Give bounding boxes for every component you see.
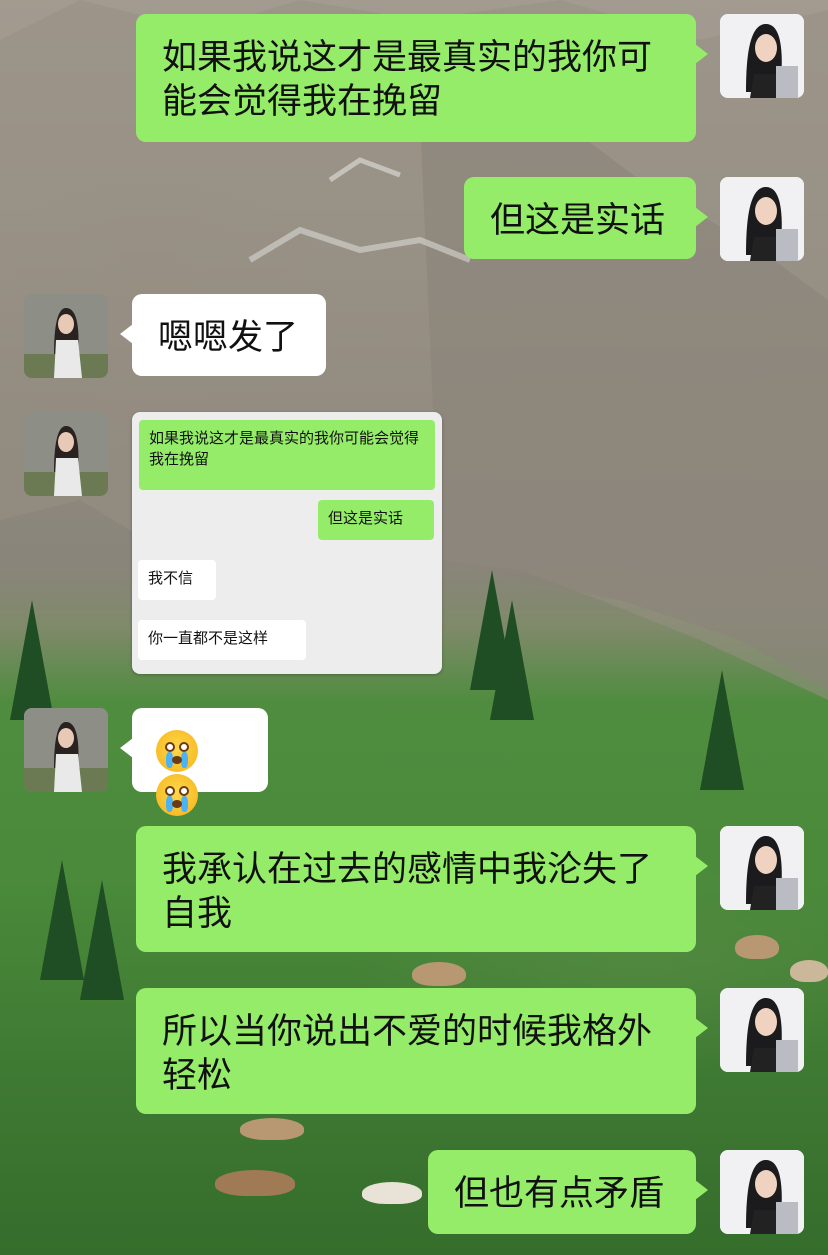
pine-tree (80, 880, 124, 1000)
pine-tree (40, 860, 84, 980)
message-bubble-sent[interactable]: 如果我说这才是最真实的我你可能会觉得我在挽留 (136, 14, 708, 142)
embedded-text: 我不信 (148, 569, 194, 587)
woman-portrait-icon (720, 1150, 804, 1234)
embedded-text: 如果我说这才是最真实的我你可能会觉得我在挽留 (149, 429, 420, 468)
sheep (790, 960, 828, 982)
embedded-sent-bubble: 但这是实话 (318, 500, 434, 540)
message-bubble-sent[interactable]: 但也有点矛盾 (428, 1150, 708, 1234)
sheep (735, 935, 779, 959)
screenshot-image-message[interactable]: 如果我说这才是最真实的我你可能会觉得我在挽留 但这是实话 我不信 你一直都不是这… (132, 412, 442, 674)
message-bubble-sent[interactable]: 我承认在过去的感情中我沦失了自我 (136, 826, 708, 952)
pine-tree (490, 600, 534, 720)
message-bubble-received[interactable] (120, 708, 268, 816)
embedded-received-bubble: 我不信 (138, 560, 216, 600)
message-bubble-sent[interactable]: 但这是实话 (464, 177, 708, 259)
my-avatar[interactable] (720, 1150, 804, 1234)
my-avatar[interactable] (720, 177, 804, 261)
woman-portrait-icon (720, 14, 804, 98)
embedded-text: 但这是实话 (328, 509, 404, 527)
person-photo-icon (24, 294, 108, 378)
person-photo-icon (24, 708, 108, 792)
contact-avatar[interactable] (24, 412, 108, 496)
message-text: 但也有点矛盾 (454, 1174, 665, 1214)
woman-portrait-icon (720, 988, 804, 1072)
message-text: 嗯嗯发了 (158, 318, 299, 358)
contact-avatar[interactable] (24, 708, 108, 792)
pine-tree (700, 670, 744, 790)
crying-face-icon (156, 774, 198, 816)
message-text: 如果我说这才是最真实的我你可能会觉得我在挽留 (162, 38, 653, 122)
message-text: 但这是实话 (490, 201, 666, 241)
person-photo-icon (24, 412, 108, 496)
chat-screen: 如果我说这才是最真实的我你可能会觉得我在挽留 但这是实话 嗯嗯发了 如果我说这才… (0, 0, 828, 1255)
message-text: 所以当你说出不爱的时候我格外轻松 (162, 1012, 653, 1096)
message-bubble-sent[interactable]: 所以当你说出不爱的时候我格外轻松 (136, 988, 708, 1114)
woman-portrait-icon (720, 177, 804, 261)
contact-avatar[interactable] (24, 294, 108, 378)
sheep (240, 1118, 304, 1140)
my-avatar[interactable] (720, 14, 804, 98)
sheep (215, 1170, 295, 1196)
embedded-sent-bubble: 如果我说这才是最真实的我你可能会觉得我在挽留 (139, 420, 435, 490)
sheep (412, 962, 466, 986)
message-text: 我承认在过去的感情中我沦失了自我 (162, 850, 653, 934)
woman-portrait-icon (720, 826, 804, 910)
message-bubble-received[interactable]: 嗯嗯发了 (120, 294, 326, 376)
my-avatar[interactable] (720, 826, 804, 910)
pine-tree (10, 600, 54, 720)
crying-face-icon (156, 730, 198, 772)
embedded-text: 你一直都不是这样 (148, 629, 269, 647)
sheep (362, 1182, 422, 1204)
my-avatar[interactable] (720, 988, 804, 1072)
embedded-received-bubble: 你一直都不是这样 (138, 620, 306, 660)
